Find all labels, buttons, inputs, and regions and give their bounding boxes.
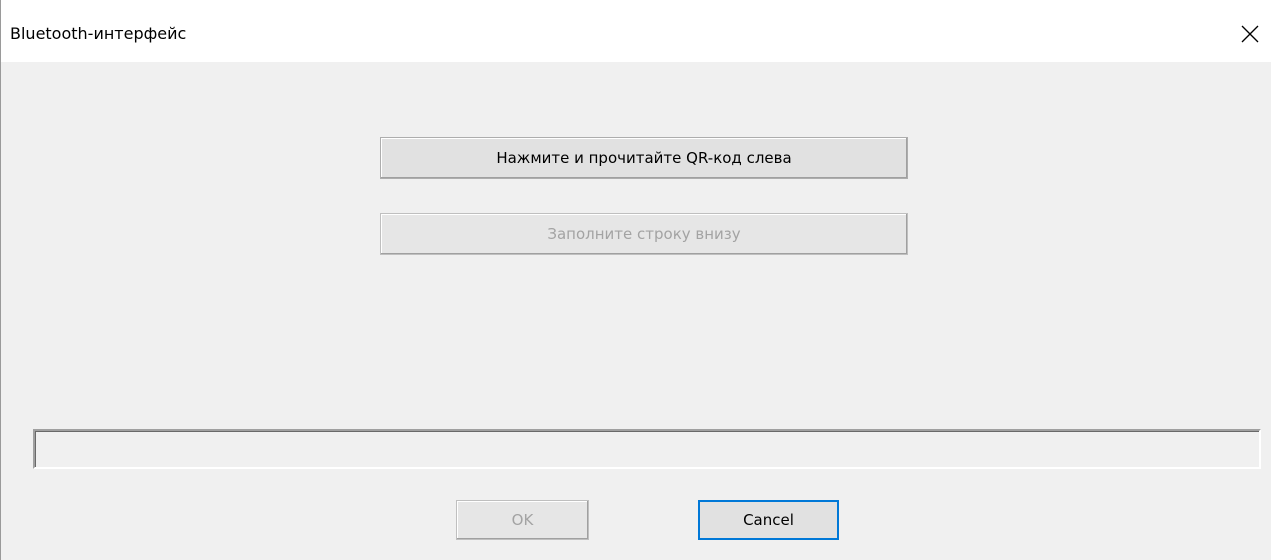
scan-qr-button-label: Нажмите и прочитайте QR-код слева [496, 149, 792, 167]
code-input-field[interactable] [33, 429, 1261, 469]
ok-button-label: OK [511, 511, 534, 529]
close-button[interactable] [1228, 14, 1271, 54]
scan-qr-button[interactable]: Нажмите и прочитайте QR-код слева [380, 137, 908, 179]
window-title: Bluetooth-интерфейс [10, 24, 187, 43]
ok-button[interactable]: OK [456, 500, 589, 540]
cancel-button[interactable]: Cancel [698, 500, 839, 540]
close-icon [1241, 25, 1259, 43]
fill-line-button[interactable]: Заполните строку внизу [380, 213, 908, 255]
bluetooth-dialog: Bluetooth-интерфейс Нажмите и прочитайте… [0, 0, 1271, 560]
cancel-button-label: Cancel [743, 511, 794, 529]
dialog-body: Нажмите и прочитайте QR-код слева Заполн… [2, 62, 1271, 560]
title-bar: Bluetooth-интерфейс [1, 0, 1271, 62]
fill-line-button-label: Заполните строку внизу [547, 225, 741, 243]
